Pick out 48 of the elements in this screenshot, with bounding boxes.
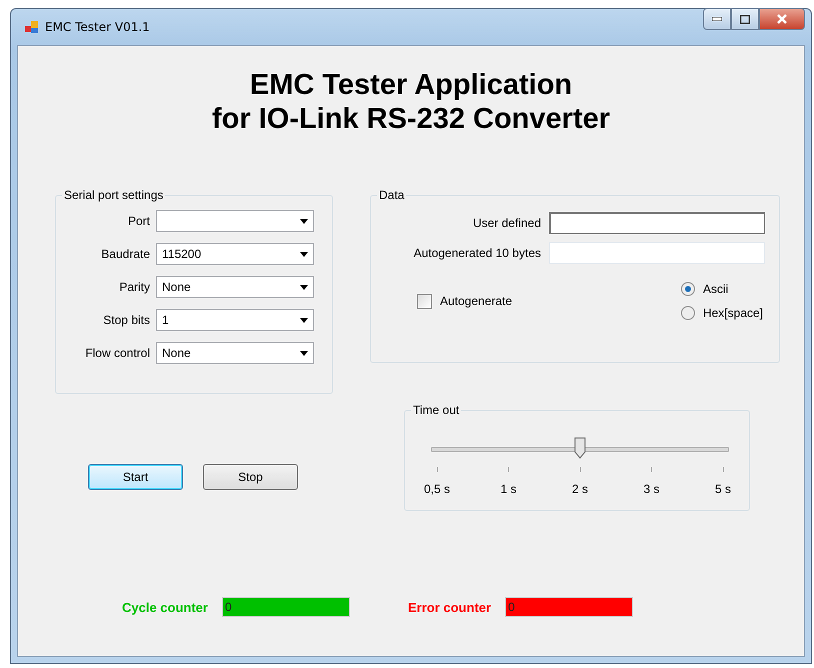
caret-icon <box>300 252 308 256</box>
dropdown[interactable]: None <box>156 342 314 364</box>
radio-label: Hex[space] <box>702 306 763 320</box>
close-icon <box>777 14 787 24</box>
tick-label: 5 s <box>714 482 731 496</box>
minimize-icon <box>712 17 722 21</box>
app-heading: for IO-Link RS-232 Converter <box>210 102 612 136</box>
group-title: Data <box>378 188 406 202</box>
counter-field: 0 <box>222 597 350 617</box>
caret-icon <box>300 218 308 224</box>
minimize-button[interactable] <box>703 8 731 30</box>
dropdown[interactable]: None <box>156 276 314 298</box>
checkbox-label: Autogenerate <box>440 294 512 308</box>
stop-button[interactable]: Stop <box>203 464 298 490</box>
app-icon <box>25 20 39 34</box>
slider-thumb[interactable] <box>574 437 586 459</box>
tick-label: 0,5 s <box>424 482 450 496</box>
dropdown[interactable]: 115200 <box>156 243 314 265</box>
tick-label: 1 s <box>500 482 516 496</box>
radio-button[interactable] <box>680 282 695 296</box>
field-label: Flow control <box>85 346 150 360</box>
app-heading: EMC Tester Application <box>248 68 574 102</box>
field-label: Autogenerated 10 bytes <box>414 246 541 260</box>
field-label: User defined <box>472 216 541 230</box>
counter-field: 0 <box>505 597 634 617</box>
dropdown[interactable]: 1 <box>156 309 314 331</box>
radio-button[interactable] <box>680 306 695 320</box>
caret-icon <box>300 284 308 290</box>
field-label: Port <box>128 214 150 228</box>
counter-label: Error counter <box>408 600 492 614</box>
field-label: Stop bits <box>103 313 150 327</box>
group-title: Time out <box>412 403 460 417</box>
radio-label: Ascii <box>702 282 728 296</box>
start-button[interactable]: Start <box>88 464 183 490</box>
window-title: EMC Tester V01.1 <box>45 20 150 34</box>
input-field[interactable] <box>549 212 765 234</box>
maximize-button[interactable] <box>731 8 759 30</box>
counter-label: Cycle counter <box>122 600 208 614</box>
tick-label: 2 s <box>572 482 588 496</box>
caret-icon <box>300 350 308 356</box>
checkbox[interactable] <box>417 294 432 308</box>
tick-label: 3 s <box>643 482 660 496</box>
close-button[interactable] <box>759 8 805 30</box>
field-label: Parity <box>119 280 150 294</box>
field-label: Baudrate <box>101 247 150 261</box>
maximize-icon <box>740 14 750 24</box>
group-title: Serial port settings <box>63 188 164 202</box>
caret-icon <box>300 318 308 322</box>
